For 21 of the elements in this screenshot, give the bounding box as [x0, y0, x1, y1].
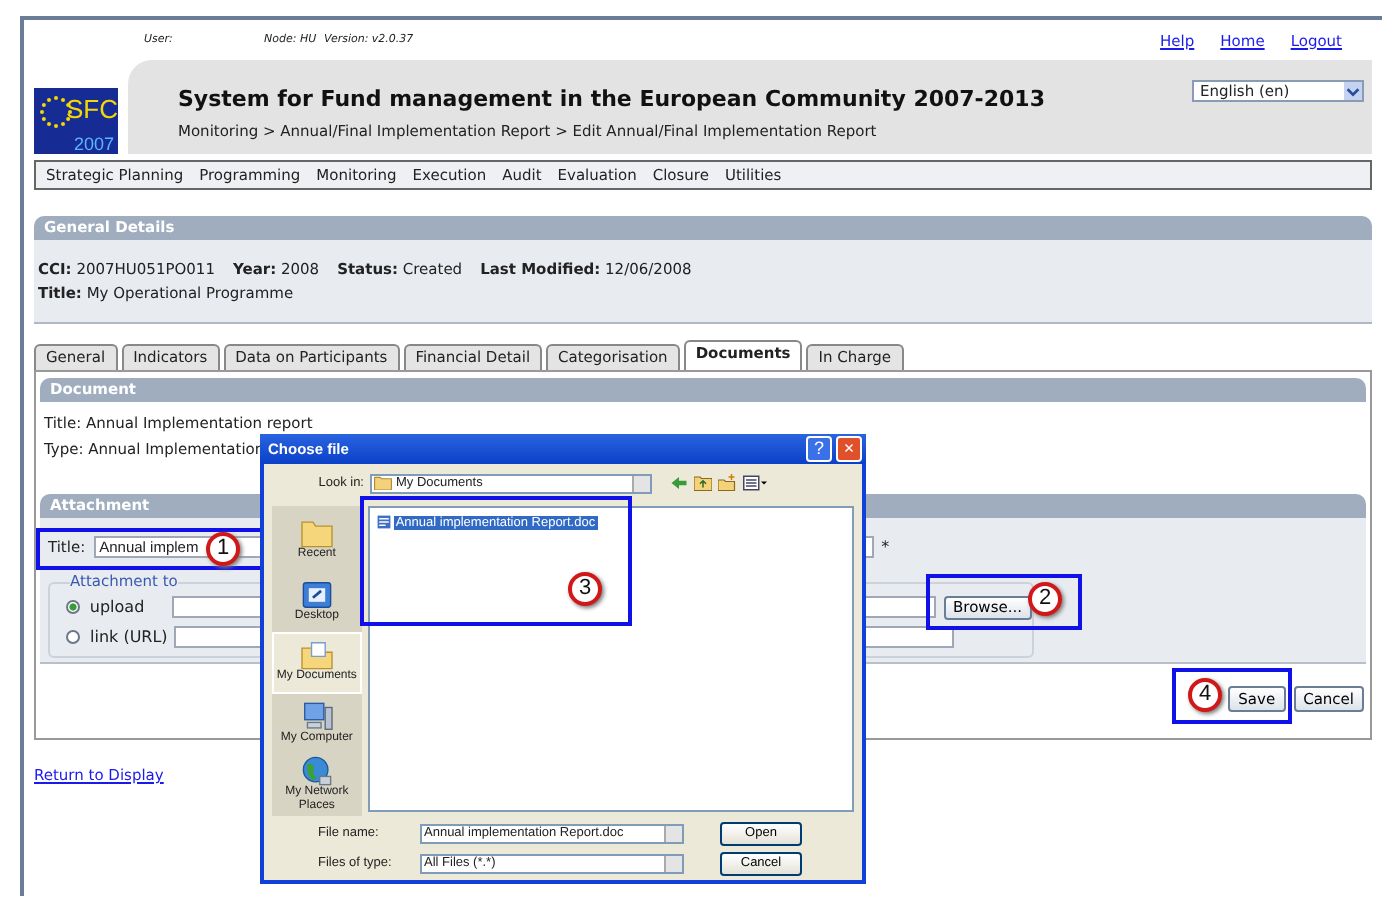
close-button[interactable]: × — [836, 436, 862, 462]
folder-icon — [299, 640, 334, 671]
radio-button[interactable] — [66, 600, 80, 614]
radio-label[interactable]: upload — [89, 598, 173, 616]
computer-icon — [299, 701, 334, 732]
folder-icon — [374, 476, 392, 490]
radio-label[interactable]: link (URL) — [90, 628, 174, 646]
sfc-logo: SFC 2007 — [34, 88, 118, 154]
highlight-frame — [1172, 668, 1292, 724]
radio-button[interactable] — [66, 630, 80, 644]
step-marker: 4 — [1188, 678, 1222, 712]
view-menu-icon[interactable] — [742, 474, 768, 492]
desktop-icon — [299, 579, 334, 610]
document-icon — [375, 514, 392, 530]
back-icon[interactable] — [670, 474, 688, 492]
help-button[interactable]: ? — [806, 436, 832, 462]
globe-icon — [299, 756, 334, 786]
up-folder-icon[interactable] — [694, 474, 712, 492]
new-folder-icon[interactable] — [718, 474, 736, 492]
app-title: System for Fund management in the European Community 2007-2013 — [178, 86, 1045, 112]
required-mark: * — [881, 538, 890, 556]
